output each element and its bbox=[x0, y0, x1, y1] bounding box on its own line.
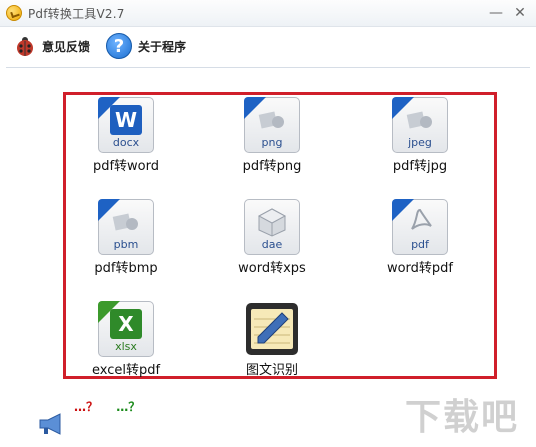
conversion-panel: W docx pdf转word png pdf转png jpeg pdf转jpg bbox=[63, 92, 497, 379]
ladybug-icon bbox=[14, 35, 36, 57]
notepad-pen-icon bbox=[244, 301, 300, 357]
tile-pdf-to-word[interactable]: W docx pdf转word bbox=[66, 97, 186, 174]
scrolling-notice[interactable]: …？ …？ bbox=[74, 398, 140, 415]
tile-pdf-to-png[interactable]: png pdf转png bbox=[212, 97, 332, 174]
help-icon: ? bbox=[106, 33, 132, 59]
tile-label: word转xps bbox=[238, 261, 306, 276]
tile-word-to-xps[interactable]: dae word转xps bbox=[212, 199, 332, 276]
tile-ext: dae bbox=[261, 238, 283, 251]
toolbar-divider bbox=[6, 67, 530, 68]
excel-doc-icon: X xlsx bbox=[98, 301, 154, 357]
jpeg-image-icon: jpeg bbox=[392, 97, 448, 153]
tile-word-to-pdf[interactable]: pdf word转pdf bbox=[360, 199, 480, 276]
toolbar: 意见反馈 ? 关于程序 bbox=[0, 27, 536, 65]
tile-ext: pdf bbox=[411, 238, 429, 251]
tile-label: pdf转bmp bbox=[94, 261, 158, 276]
tile-pdf-to-jpg[interactable]: jpeg pdf转jpg bbox=[360, 97, 480, 174]
about-label: 关于程序 bbox=[138, 39, 187, 54]
tile-label: 图文识别 bbox=[245, 363, 298, 378]
pdf-doc-icon: pdf bbox=[392, 199, 448, 255]
tile-label: pdf转jpg bbox=[392, 159, 448, 174]
bmp-image-icon: pbm bbox=[98, 199, 154, 255]
tile-pdf-to-bmp[interactable]: pbm pdf转bmp bbox=[66, 199, 186, 276]
png-image-icon: png bbox=[244, 97, 300, 153]
title-bar: Pdf转换工具V2.7 — ✕ bbox=[0, 0, 536, 27]
app-logo-icon bbox=[6, 5, 22, 21]
tile-label: excel转pdf bbox=[91, 363, 161, 378]
feedback-button[interactable]: 意见反馈 bbox=[14, 32, 90, 60]
feedback-label: 意见反馈 bbox=[42, 39, 91, 54]
svg-text:W: W bbox=[115, 108, 137, 132]
svg-text:X: X bbox=[118, 312, 134, 336]
window-title: Pdf转换工具V2.7 bbox=[28, 7, 125, 21]
notice-text-2: …？ bbox=[116, 400, 141, 414]
watermark-logo: 下载吧 bbox=[405, 397, 520, 438]
tile-ext: xlsx bbox=[115, 340, 137, 353]
tile-ocr[interactable]: 图文识别 bbox=[212, 301, 332, 378]
tile-label: pdf转word bbox=[92, 159, 160, 174]
about-button[interactable]: ? 关于程序 bbox=[106, 32, 186, 60]
notice-text-1: …？ bbox=[74, 400, 99, 414]
xps-doc-icon: dae bbox=[244, 199, 300, 255]
megaphone-icon bbox=[38, 412, 68, 436]
tile-ext: pbm bbox=[113, 238, 139, 251]
close-button[interactable]: ✕ bbox=[510, 3, 530, 23]
tile-ext: png bbox=[261, 136, 283, 149]
tile-ext: jpeg bbox=[408, 136, 432, 149]
minimize-button[interactable]: — bbox=[486, 3, 506, 23]
tile-label: word转pdf bbox=[386, 261, 454, 276]
tile-excel-to-pdf[interactable]: X xlsx excel转pdf bbox=[66, 301, 186, 378]
tile-label: pdf转png bbox=[242, 159, 302, 174]
word-doc-icon: W docx bbox=[98, 97, 154, 153]
tile-ext: docx bbox=[112, 136, 140, 149]
